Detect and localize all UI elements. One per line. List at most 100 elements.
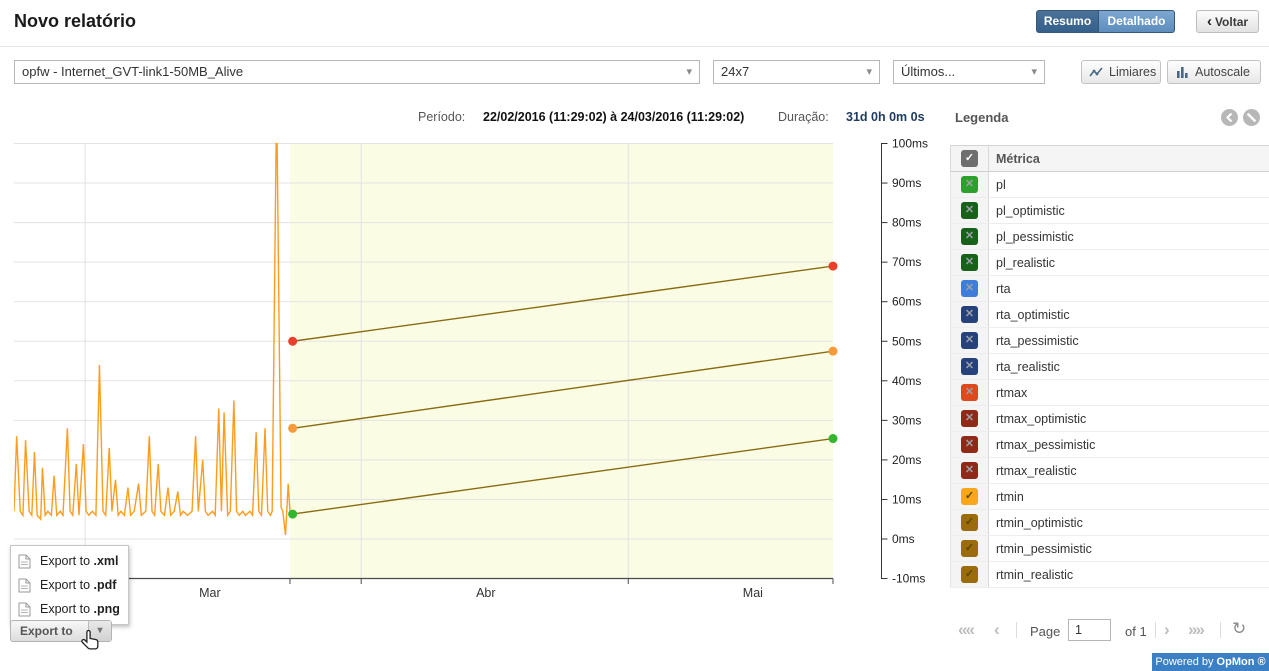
last-page-icon[interactable]: »»: [1188, 620, 1203, 640]
legend-row-rtmin[interactable]: ✓rtmin: [950, 484, 1269, 510]
duracao-value: 31d 0h 0m 0s: [846, 110, 925, 124]
metric-checked-icon[interactable]: ✓: [961, 540, 978, 557]
metric-label: rta_optimistic: [996, 308, 1070, 322]
chevron-down-icon: ▾: [1031, 61, 1037, 83]
select-all-checkbox[interactable]: ✓: [961, 150, 978, 167]
metric-checked-icon[interactable]: ✓: [961, 566, 978, 583]
legend-row-rta[interactable]: ✕rta: [950, 276, 1269, 302]
resumo-tab-button[interactable]: Resumo: [1036, 10, 1099, 33]
endpoint-dot-rtmin_pessimistic: [288, 337, 297, 346]
legend-row-pl_realistic[interactable]: ✕ pl_realistic: [950, 250, 1269, 276]
legend-row-rtmax_optimistic[interactable]: ✕ rtmax_optimistic: [950, 406, 1269, 432]
select-all-cell[interactable]: ✓: [951, 146, 989, 171]
metric-unchecked-icon[interactable]: ✕: [961, 410, 978, 427]
refresh-icon[interactable]: ↻: [1232, 619, 1246, 639]
powered-by-opmon-badge: Powered by OpMon ®: [1152, 653, 1269, 671]
timeseries-chart[interactable]: -10ms0ms10ms20ms30ms40ms50ms60ms70ms80ms…: [0, 135, 945, 610]
metric-label: pl_pessimistic: [996, 230, 1074, 244]
legend-row-rta_realistic[interactable]: ✕rta_realistic: [950, 354, 1269, 380]
y-tick-label: 40ms: [892, 374, 921, 388]
back-chevron-icon: ‹: [1207, 13, 1212, 30]
first-page-icon[interactable]: ««: [958, 620, 973, 640]
y-tick-label: 70ms: [892, 255, 921, 269]
endpoint-dot-rtmin_optimistic: [288, 510, 297, 519]
metric-unchecked-icon[interactable]: ✕: [961, 436, 978, 453]
xml-file-icon: [18, 554, 31, 569]
y-tick-label: 90ms: [892, 176, 921, 190]
prev-page-icon[interactable]: ‹: [994, 620, 998, 640]
page-count-label: of 1: [1125, 624, 1147, 639]
timeperiod-select-value: 24x7: [721, 64, 749, 79]
legend-row-rta_optimistic[interactable]: ✕ rta_optimistic: [950, 302, 1269, 328]
export-item-ext: .pdf: [94, 578, 117, 592]
metric-color-cell: ✕: [951, 380, 989, 405]
page-number-input[interactable]: [1068, 619, 1111, 641]
y-tick-label: 50ms: [892, 334, 921, 348]
metric-unchecked-icon[interactable]: ✕: [961, 462, 978, 479]
legend-row-pl[interactable]: ✕pl: [950, 172, 1269, 198]
metric-checked-icon[interactable]: ✓: [961, 514, 978, 531]
metric-color-cell: ✕: [951, 198, 989, 223]
metric-label: rtmax_optimistic: [996, 412, 1086, 426]
legend-collapse-icon[interactable]: [1221, 109, 1238, 126]
metric-unchecked-icon[interactable]: ✕: [961, 254, 978, 271]
metric-label: rtmax_pessimistic: [996, 438, 1095, 452]
voltar-button[interactable]: ‹Voltar: [1196, 10, 1259, 33]
legend-row-rtmax_realistic[interactable]: ✕rtmax_realistic: [950, 458, 1269, 484]
export-item-png[interactable]: Export to .png: [11, 597, 128, 621]
detalhado-tab-button[interactable]: Detalhado: [1099, 10, 1175, 33]
periodo-value: 22/02/2016 (11:29:02) à 24/03/2016 (11:2…: [483, 110, 744, 124]
export-item-prefix: Export to: [40, 602, 94, 616]
export-item-prefix: Export to: [40, 578, 94, 592]
legend-row-rtmin_pessimistic[interactable]: ✓rtmin_pessimistic: [950, 536, 1269, 562]
export-item-prefix: Export to: [40, 554, 94, 568]
x-month-label: Mar: [199, 586, 221, 600]
limiares-button[interactable]: Limiares: [1081, 60, 1161, 84]
metric-color-cell: ✕: [951, 458, 989, 483]
export-to-label: Export to: [20, 624, 73, 638]
legend-row-pl_optimistic[interactable]: ✕pl_optimistic: [950, 198, 1269, 224]
divider: [1155, 622, 1156, 638]
legend-hide-all-icon[interactable]: [1243, 109, 1260, 126]
metric-unchecked-icon[interactable]: ✕: [961, 358, 978, 375]
autoscale-button[interactable]: Autoscale: [1167, 60, 1261, 84]
divider: [1220, 622, 1221, 638]
line-chart-icon: [1089, 65, 1104, 80]
metric-unchecked-icon[interactable]: ✕: [961, 280, 978, 297]
legend-row-pl_pessimistic[interactable]: ✕ pl_pessimistic: [950, 224, 1269, 250]
service-select[interactable]: opfw - Internet_GVT-link1-50MB_Alive ▾: [14, 60, 700, 84]
metric-unchecked-icon[interactable]: ✕: [961, 228, 978, 245]
chevron-down-icon: ▾: [866, 61, 872, 83]
export-item-ext: .png: [94, 602, 120, 616]
metric-color-cell: ✕: [951, 250, 989, 275]
legend-row-rtmin_optimistic[interactable]: ✓rtmin_optimistic: [950, 510, 1269, 536]
metric-unchecked-icon[interactable]: ✕: [961, 306, 978, 323]
export-to-button[interactable]: Export to ▾: [10, 620, 112, 642]
metric-checked-icon[interactable]: ✓: [961, 488, 978, 505]
metric-color-cell: ✕: [951, 354, 989, 379]
metric-unchecked-icon[interactable]: ✕: [961, 176, 978, 193]
metric-color-cell: ✓: [951, 562, 989, 587]
export-item-pdf[interactable]: Export to .pdf: [11, 573, 128, 597]
metric-unchecked-icon[interactable]: ✕: [961, 332, 978, 349]
metric-unchecked-icon[interactable]: ✕: [961, 202, 978, 219]
duracao-label: Duração:: [778, 110, 829, 124]
y-tick-label: 20ms: [892, 453, 921, 467]
y-tick-label: 10ms: [892, 492, 921, 506]
legend-row-rta_pessimistic[interactable]: ✕rta_pessimistic: [950, 328, 1269, 354]
legend-row-rtmax_pessimistic[interactable]: ✕ rtmax_pessimistic: [950, 432, 1269, 458]
export-item-xml[interactable]: Export to .xml: [11, 549, 128, 573]
legend-row-rtmax[interactable]: ✕rtmax: [950, 380, 1269, 406]
legend-row-rtmin_realistic[interactable]: ✓rtmin_realistic: [950, 562, 1269, 588]
range-select[interactable]: Últimos... ▾: [893, 60, 1045, 84]
page-label: Page: [1030, 624, 1060, 639]
next-page-icon[interactable]: ›: [1164, 620, 1168, 640]
export-dropdown-arrow[interactable]: ▾: [88, 621, 111, 641]
metric-color-cell: ✕: [951, 328, 989, 353]
legend-table: ✓ Métrica ✕pl✕pl_optimistic✕pl_pessimist…: [950, 145, 1269, 588]
metric-unchecked-icon[interactable]: ✕: [961, 384, 978, 401]
export-item-ext: .xml: [94, 554, 119, 568]
endpoint-dot-rtmin_pessimistic: [829, 262, 838, 271]
timeperiod-select[interactable]: 24x7 ▾: [713, 60, 880, 84]
metric-label: pl_realistic: [996, 256, 1055, 270]
